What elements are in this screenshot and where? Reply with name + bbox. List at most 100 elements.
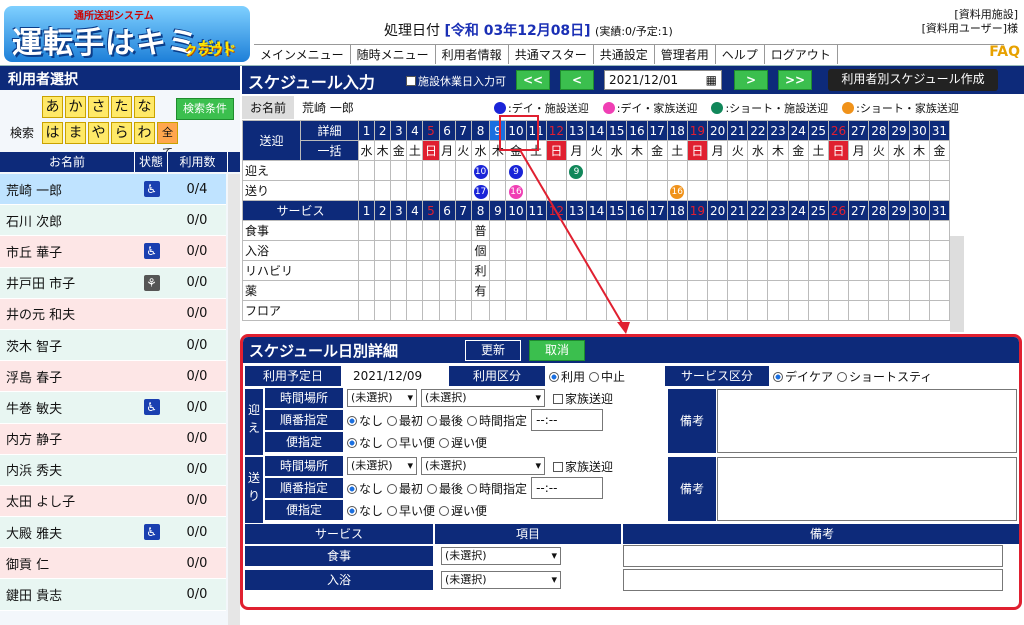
day-header-31[interactable]: 31 bbox=[928, 120, 951, 141]
mukae-row-day-7[interactable] bbox=[454, 160, 472, 181]
service-cell[interactable] bbox=[505, 240, 527, 261]
day-header-24[interactable]: 24 bbox=[787, 120, 809, 141]
service-cell[interactable] bbox=[646, 280, 668, 301]
day-header-16[interactable]: 16 bbox=[626, 120, 648, 141]
service-cell[interactable] bbox=[438, 300, 456, 321]
service-cell[interactable] bbox=[422, 280, 440, 301]
day-header-5[interactable]: 5 bbox=[422, 120, 440, 141]
service-cell[interactable] bbox=[686, 260, 709, 281]
service-cell[interactable] bbox=[747, 240, 769, 261]
user-row[interactable]: 市丘 華子 ♿ 0/0 bbox=[0, 236, 226, 268]
okuri-family-check[interactable]: 家族送迎 bbox=[545, 458, 613, 475]
okuri-row-day-31[interactable] bbox=[928, 180, 951, 201]
mukae-row-day-11[interactable] bbox=[525, 160, 547, 181]
day-header-14[interactable]: 14 bbox=[586, 120, 608, 141]
kana-button-kana_row2-4[interactable]: わ bbox=[134, 122, 155, 144]
service-cell[interactable] bbox=[706, 280, 729, 301]
service-cell[interactable] bbox=[868, 220, 890, 241]
okuri-row-day-18[interactable]: 16 bbox=[666, 180, 688, 201]
service-cell[interactable] bbox=[357, 220, 376, 241]
day-header-25[interactable]: 25 bbox=[807, 120, 829, 141]
service-cell[interactable] bbox=[606, 240, 628, 261]
service-cell[interactable] bbox=[565, 260, 588, 281]
day-header-7[interactable]: 7 bbox=[454, 120, 472, 141]
service-cell[interactable] bbox=[706, 260, 729, 281]
service-cell[interactable] bbox=[888, 300, 910, 321]
kana-button-kana_row2-3[interactable]: ら bbox=[111, 122, 132, 144]
day-header-27[interactable]: 27 bbox=[848, 120, 870, 141]
okuri-row-day-9[interactable] bbox=[489, 180, 507, 201]
service-cell[interactable] bbox=[406, 220, 424, 241]
service-cell[interactable] bbox=[928, 300, 951, 321]
service-cell[interactable] bbox=[848, 220, 870, 241]
service-cell[interactable] bbox=[606, 280, 628, 301]
mukae-row-day-2[interactable] bbox=[374, 160, 392, 181]
kana-button-kana_row2-1[interactable]: ま bbox=[65, 122, 86, 144]
service-cell[interactable] bbox=[868, 260, 890, 281]
service-cell[interactable] bbox=[807, 260, 829, 281]
okuri-row-day-7[interactable] bbox=[454, 180, 472, 201]
service-cell[interactable] bbox=[747, 220, 769, 241]
grid-scrollbar[interactable] bbox=[950, 236, 964, 332]
service-cell[interactable] bbox=[787, 220, 809, 241]
okuri-note-input[interactable] bbox=[717, 457, 1017, 521]
service-cell[interactable] bbox=[848, 300, 870, 321]
make-schedule-button[interactable]: 利用者別スケジュール作成 bbox=[828, 69, 998, 91]
mukae-row-day-30[interactable] bbox=[908, 160, 930, 181]
search-condition-button[interactable]: 検索条件 bbox=[176, 98, 234, 120]
mukae-note-input[interactable] bbox=[717, 389, 1017, 453]
service-cell[interactable] bbox=[374, 240, 392, 261]
service-cell[interactable] bbox=[525, 220, 547, 241]
okuri-time-input[interactable]: --:-- bbox=[531, 477, 604, 499]
user-row[interactable]: 太田 よし子 0/0 bbox=[0, 485, 226, 518]
service-cell[interactable] bbox=[827, 260, 850, 281]
mukae-row-day-21[interactable] bbox=[727, 160, 749, 181]
service-cell[interactable] bbox=[767, 260, 789, 281]
mukae-row-day-28[interactable] bbox=[868, 160, 890, 181]
menu-item-3[interactable]: 共通マスター bbox=[509, 45, 594, 64]
okuri-row-day-16[interactable] bbox=[626, 180, 648, 201]
service-cell[interactable] bbox=[438, 260, 456, 281]
service-cell[interactable] bbox=[767, 220, 789, 241]
service-cell[interactable] bbox=[489, 300, 507, 321]
menu-item-2[interactable]: 利用者情報 bbox=[436, 45, 509, 64]
service-cell[interactable] bbox=[525, 300, 547, 321]
mukae-row-day-19[interactable] bbox=[686, 160, 709, 181]
service-cell[interactable] bbox=[525, 240, 547, 261]
service-cell[interactable] bbox=[626, 240, 648, 261]
okuri-row-day-20[interactable] bbox=[706, 180, 729, 201]
mukae-row-day-31[interactable] bbox=[928, 160, 951, 181]
service-cell[interactable] bbox=[807, 280, 829, 301]
mukae-row-day-5[interactable] bbox=[422, 160, 440, 181]
kana-button-kana_row1-2[interactable]: さ bbox=[88, 96, 109, 118]
service-cell[interactable] bbox=[888, 240, 910, 261]
service-cell[interactable] bbox=[505, 300, 527, 321]
service-cell[interactable] bbox=[454, 280, 472, 301]
service-cell[interactable] bbox=[928, 220, 951, 241]
service-cell[interactable] bbox=[747, 280, 769, 301]
service-cell[interactable]: 利 bbox=[470, 260, 491, 281]
service-cell[interactable] bbox=[928, 240, 951, 261]
service-cell[interactable] bbox=[686, 240, 709, 261]
day-header-22[interactable]: 22 bbox=[747, 120, 769, 141]
service-cell[interactable] bbox=[787, 280, 809, 301]
service-cell[interactable] bbox=[489, 240, 507, 261]
service-cell[interactable] bbox=[626, 280, 648, 301]
okuri-row-day-19[interactable] bbox=[686, 180, 709, 201]
service-cell[interactable] bbox=[767, 300, 789, 321]
service-cell[interactable] bbox=[767, 280, 789, 301]
okuri-row-day-27[interactable] bbox=[848, 180, 870, 201]
service-cell[interactable] bbox=[406, 240, 424, 261]
mukae-row-day-25[interactable] bbox=[807, 160, 829, 181]
service-cell[interactable] bbox=[686, 300, 709, 321]
day-header-3[interactable]: 3 bbox=[390, 120, 408, 141]
service-cell[interactable] bbox=[586, 240, 608, 261]
okuri-row-day-30[interactable] bbox=[908, 180, 930, 201]
service-cell[interactable] bbox=[666, 280, 688, 301]
service-kubun-radio[interactable]: デイケア ショートスティ bbox=[769, 368, 932, 385]
okuri-row-day-2[interactable] bbox=[374, 180, 392, 201]
service-cell[interactable] bbox=[908, 260, 930, 281]
service-cell[interactable] bbox=[422, 240, 440, 261]
day-header-29[interactable]: 29 bbox=[888, 120, 910, 141]
day-header-4[interactable]: 4 bbox=[406, 120, 424, 141]
